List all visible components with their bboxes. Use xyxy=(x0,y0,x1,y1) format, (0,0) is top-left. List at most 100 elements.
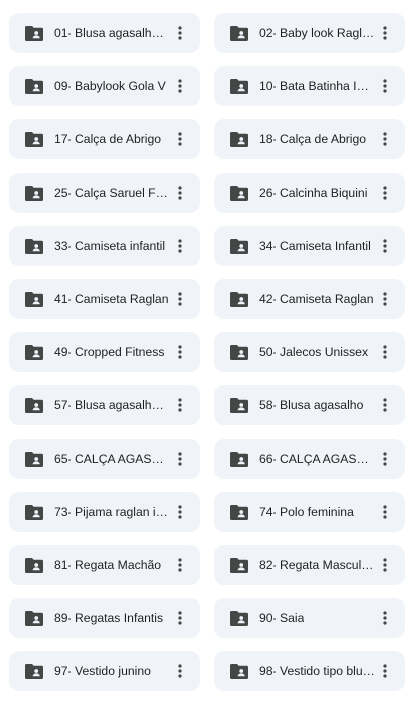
folder-name: 01- Blusa agasalho feminina xyxy=(54,26,170,40)
folder-tile[interactable]: 73- Pijama raglan infantil xyxy=(9,492,200,532)
more-vertical-icon[interactable] xyxy=(375,661,395,681)
folder-name: 73- Pijama raglan infantil xyxy=(54,505,170,519)
more-vertical-icon[interactable] xyxy=(375,129,395,149)
shared-folder-icon xyxy=(230,343,248,361)
more-vertical-icon[interactable] xyxy=(170,502,190,522)
more-vertical-icon[interactable] xyxy=(170,449,190,469)
more-vertical-icon[interactable] xyxy=(170,76,190,96)
more-vertical-icon[interactable] xyxy=(375,395,395,415)
more-vertical-icon[interactable] xyxy=(375,289,395,309)
shared-folder-icon xyxy=(25,396,43,414)
more-vertical-icon[interactable] xyxy=(170,183,190,203)
shared-folder-icon xyxy=(25,556,43,574)
folder-tile[interactable]: 26- Calcinha Biquini xyxy=(214,173,405,213)
shared-folder-icon xyxy=(25,662,43,680)
shared-folder-icon xyxy=(230,503,248,521)
folder-name: 49- Cropped Fitness xyxy=(54,345,165,359)
shared-folder-icon xyxy=(230,662,248,680)
folder-grid: 01- Blusa agasalho feminina 02- Baby look… xyxy=(0,0,416,707)
folder-tile[interactable]: 82- Regata Masculina xyxy=(214,545,405,585)
more-vertical-icon[interactable] xyxy=(375,23,395,43)
shared-folder-icon xyxy=(25,609,43,627)
shared-folder-icon xyxy=(25,130,43,148)
more-vertical-icon[interactable] xyxy=(170,661,190,681)
shared-folder-icon xyxy=(230,237,248,255)
folder-tile[interactable]: 18- Calça de Abrigo xyxy=(214,119,405,159)
folder-tile[interactable]: 09- Babylook Gola V xyxy=(9,66,200,106)
folder-name: 17- Calça de Abrigo xyxy=(54,132,162,146)
folder-name: 41- Camiseta Raglan xyxy=(54,292,169,306)
more-vertical-icon[interactable] xyxy=(170,608,190,628)
more-vertical-icon[interactable] xyxy=(170,129,190,149)
folder-name: 58- Blusa agasalho xyxy=(259,398,364,412)
more-vertical-icon[interactable] xyxy=(170,395,190,415)
folder-name: 98- Vestido tipo blusa xyxy=(259,664,375,678)
more-vertical-icon[interactable] xyxy=(375,342,395,362)
folder-name: 50- Jalecos Unissex xyxy=(259,345,369,359)
more-vertical-icon[interactable] xyxy=(375,555,395,575)
folder-tile[interactable]: 01- Blusa agasalho feminina xyxy=(9,13,200,53)
folder-name: 97- Vestido junino xyxy=(54,664,151,678)
folder-name: 42- Camiseta Raglan xyxy=(259,292,374,306)
folder-tile[interactable]: 57- Blusa agasalho masculina xyxy=(9,385,200,425)
shared-folder-icon xyxy=(25,77,43,95)
folder-name: 10- Bata Batinha Infantil xyxy=(259,79,375,93)
folder-tile[interactable]: 25- Calça Saruel Feminina xyxy=(9,173,200,213)
folder-tile[interactable]: 02- Baby look Raglan xyxy=(214,13,405,53)
folder-tile[interactable]: 41- Camiseta Raglan xyxy=(9,279,200,319)
more-vertical-icon[interactable] xyxy=(375,183,395,203)
folder-name: 34- Camiseta Infantil xyxy=(259,239,371,253)
folder-tile[interactable]: 50- Jalecos Unissex xyxy=(214,332,405,372)
folder-name: 89- Regatas Infantis xyxy=(54,611,164,625)
more-vertical-icon[interactable] xyxy=(170,23,190,43)
shared-folder-icon xyxy=(230,184,248,202)
shared-folder-icon xyxy=(230,77,248,95)
more-vertical-icon[interactable] xyxy=(170,555,190,575)
shared-folder-icon xyxy=(25,503,43,521)
folder-name: 65- CALÇA AGASALHO xyxy=(54,452,170,466)
shared-folder-icon xyxy=(25,184,43,202)
more-vertical-icon[interactable] xyxy=(375,236,395,256)
more-vertical-icon[interactable] xyxy=(170,289,190,309)
shared-folder-icon xyxy=(230,290,248,308)
folder-tile[interactable]: 33- Camiseta infantil xyxy=(9,226,200,266)
shared-folder-icon xyxy=(230,396,248,414)
shared-folder-icon xyxy=(25,343,43,361)
folder-tile[interactable]: 49- Cropped Fitness xyxy=(9,332,200,372)
more-vertical-icon[interactable] xyxy=(170,342,190,362)
more-vertical-icon[interactable] xyxy=(170,236,190,256)
folder-name: 90- Saia xyxy=(259,611,305,625)
folder-name: 74- Polo feminina xyxy=(259,505,354,519)
more-vertical-icon[interactable] xyxy=(375,608,395,628)
shared-folder-icon xyxy=(230,609,248,627)
folder-tile[interactable]: 34- Camiseta Infantil xyxy=(214,226,405,266)
folder-tile[interactable]: 66- CALÇA AGASALHO xyxy=(214,439,405,479)
folder-name: 25- Calça Saruel Feminina xyxy=(54,186,170,200)
folder-tile[interactable]: 42- Camiseta Raglan xyxy=(214,279,405,319)
folder-name: 18- Calça de Abrigo xyxy=(259,132,367,146)
folder-tile[interactable]: 90- Saia xyxy=(214,598,405,638)
shared-folder-icon xyxy=(230,24,248,42)
more-vertical-icon[interactable] xyxy=(375,502,395,522)
folder-tile[interactable]: 81- Regata Machão xyxy=(9,545,200,585)
shared-folder-icon xyxy=(230,450,248,468)
more-vertical-icon[interactable] xyxy=(375,76,395,96)
folder-tile[interactable]: 17- Calça de Abrigo xyxy=(9,119,200,159)
folder-name: 26- Calcinha Biquini xyxy=(259,186,368,200)
folder-tile[interactable]: 97- Vestido junino xyxy=(9,651,200,691)
folder-name: 33- Camiseta infantil xyxy=(54,239,166,253)
folder-name: 09- Babylook Gola V xyxy=(54,79,166,93)
shared-folder-icon xyxy=(230,556,248,574)
more-vertical-icon[interactable] xyxy=(375,449,395,469)
folder-name: 57- Blusa agasalho masculina xyxy=(54,398,170,412)
shared-folder-icon xyxy=(25,450,43,468)
shared-folder-icon xyxy=(25,290,43,308)
shared-folder-icon xyxy=(25,237,43,255)
folder-tile[interactable]: 89- Regatas Infantis xyxy=(9,598,200,638)
folder-tile[interactable]: 10- Bata Batinha Infantil xyxy=(214,66,405,106)
folder-name: 02- Baby look Raglan xyxy=(259,26,375,40)
folder-tile[interactable]: 74- Polo feminina xyxy=(214,492,405,532)
folder-tile[interactable]: 58- Blusa agasalho xyxy=(214,385,405,425)
folder-tile[interactable]: 98- Vestido tipo blusa xyxy=(214,651,405,691)
folder-tile[interactable]: 65- CALÇA AGASALHO xyxy=(9,439,200,479)
